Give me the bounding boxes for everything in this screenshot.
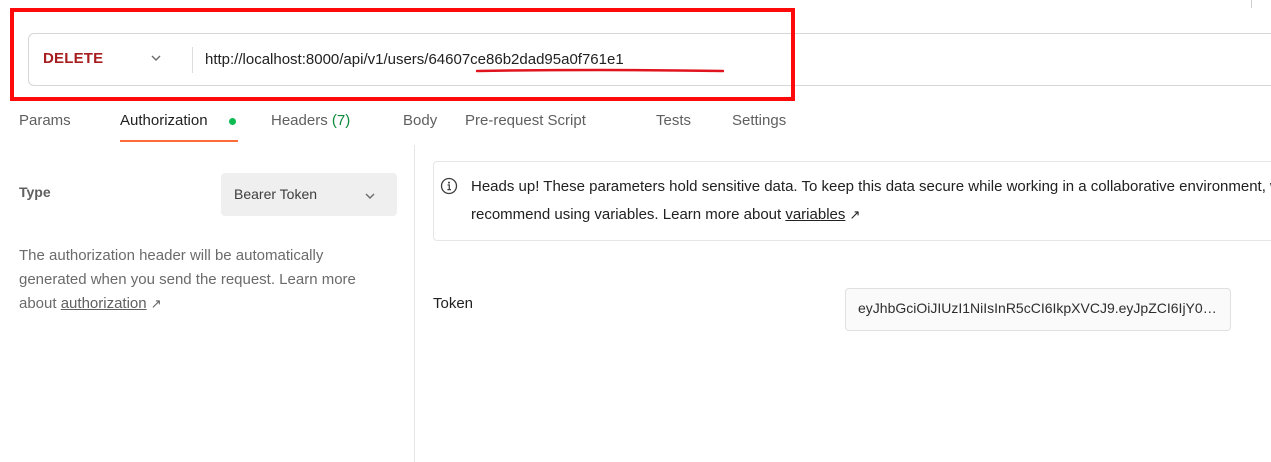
tab-headers-label: Headers xyxy=(271,112,328,129)
notice-text: recommend using variables. Learn more ab… xyxy=(471,206,782,223)
info-icon xyxy=(440,177,458,195)
token-value: eyJhbGciOiJIUzI1NiIsInR5cCI6IkpXVCJ9.eyJ… xyxy=(858,300,1220,316)
notice-text-line1: Heads up! These parameters hold sensitiv… xyxy=(471,178,1271,195)
tab-authorization[interactable]: Authorization xyxy=(120,112,208,129)
active-tab-indicator xyxy=(120,140,238,142)
tab-headers[interactable]: Headers (7) xyxy=(271,112,350,129)
tab-pre-request-script[interactable]: Pre-request Script xyxy=(465,112,586,129)
annotation-highlight-box xyxy=(10,8,795,101)
auth-type-value: Bearer Token xyxy=(234,186,318,202)
auth-description: The authorization header will be automat… xyxy=(19,244,389,316)
headers-count-badge: (7) xyxy=(331,112,351,129)
tab-body[interactable]: Body xyxy=(403,112,437,129)
external-link-icon: ↗ xyxy=(849,207,861,222)
tab-settings[interactable]: Settings xyxy=(732,112,786,129)
external-link-icon: ↗ xyxy=(150,296,162,311)
sensitive-data-notice xyxy=(433,161,1271,241)
authorization-link[interactable]: authorization xyxy=(61,295,147,312)
tab-tests[interactable]: Tests xyxy=(656,112,691,129)
token-label: Token xyxy=(433,295,474,312)
variables-link[interactable]: variables xyxy=(785,206,845,223)
auth-status-dot xyxy=(229,118,236,125)
tab-params[interactable]: Params xyxy=(19,112,71,129)
chevron-down-icon xyxy=(365,193,375,199)
top-right-divider xyxy=(1251,0,1252,8)
notice-text-line2: recommend using variables. Learn more ab… xyxy=(471,206,860,223)
pane-divider[interactable] xyxy=(414,145,415,462)
auth-type-label: Type xyxy=(19,184,51,200)
